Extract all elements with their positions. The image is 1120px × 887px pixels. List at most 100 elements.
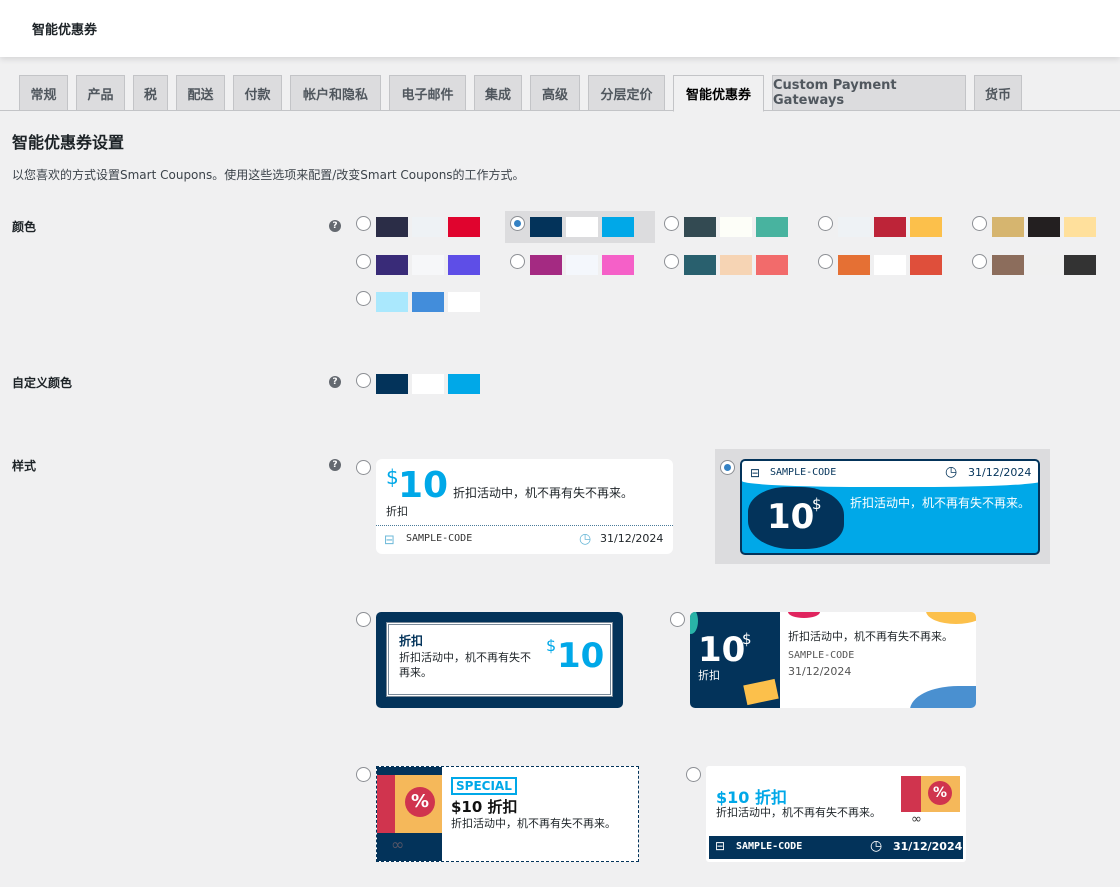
palette-radio[interactable]: [972, 254, 987, 269]
color-swatch[interactable]: [910, 217, 942, 237]
color-swatch[interactable]: [992, 255, 1024, 275]
tab-5[interactable]: 帐户和隐私: [290, 75, 381, 111]
color-swatch[interactable]: [376, 217, 408, 237]
coupon-style-5[interactable]: % ∞ SPECIAL $10 折扣 折扣活动中，机不再有失不再来。: [376, 766, 639, 862]
color-swatch[interactable]: [874, 255, 906, 275]
style-radio-1[interactable]: [356, 460, 371, 475]
decoration: [910, 686, 976, 708]
coupon-discount-label: 折扣: [386, 505, 408, 518]
color-swatch[interactable]: [412, 255, 444, 275]
tab-10[interactable]: 智能优惠券: [673, 75, 764, 112]
custom-color-swatch[interactable]: [412, 374, 444, 394]
help-icon[interactable]: ?: [329, 220, 341, 232]
coupon-message: 折扣活动中，机不再有失不再来。: [451, 817, 616, 830]
color-swatch[interactable]: [1064, 217, 1096, 237]
color-swatch[interactable]: [412, 292, 444, 312]
palette-radio[interactable]: [356, 254, 371, 269]
color-swatch[interactable]: [376, 292, 408, 312]
clock-icon: ◷: [945, 464, 958, 480]
color-swatch[interactable]: [566, 255, 598, 275]
coupon-style-3[interactable]: 折扣 折扣活动中，机不再有失不再来。 $ 10: [376, 612, 623, 708]
coupon-style-2[interactable]: ⊟ SAMPLE-CODE ◷ 31/12/2024 10 $ 折扣活动中，机不…: [740, 459, 1040, 555]
page-description: 以您喜欢的方式设置Smart Coupons。使用这些选项来配置/改变Smart…: [12, 168, 525, 182]
color-swatch[interactable]: [530, 255, 562, 275]
tab-7[interactable]: 集成: [474, 75, 522, 111]
palette-radio[interactable]: [664, 254, 679, 269]
custom-color-radio[interactable]: [356, 373, 371, 388]
currency-symbol: $: [742, 630, 752, 648]
color-swatch[interactable]: [602, 217, 634, 237]
palette-radio[interactable]: [510, 216, 525, 231]
color-swatch[interactable]: [992, 217, 1024, 237]
palette-radio[interactable]: [972, 216, 987, 231]
decoration: [788, 612, 820, 618]
coupon-style-1[interactable]: $ 10 折扣 折扣活动中，机不再有失不再来。 ⊟ SAMPLE-CODE ◷ …: [376, 459, 673, 554]
color-swatch[interactable]: [566, 217, 598, 237]
tab-1[interactable]: 产品: [76, 75, 125, 111]
percent-icon: %: [928, 781, 952, 805]
tab-12[interactable]: 货币: [974, 75, 1022, 111]
palette-radio[interactable]: [510, 254, 525, 269]
ticket-icon: ⊟: [715, 839, 726, 853]
color-swatch[interactable]: [448, 255, 480, 275]
special-badge: SPECIAL: [451, 777, 517, 795]
style-radio-3[interactable]: [356, 612, 371, 627]
coupon-expiry: 31/12/2024: [788, 665, 852, 678]
coupon-amount: 10: [767, 497, 815, 537]
palette-radio[interactable]: [356, 291, 371, 306]
color-swatch[interactable]: [874, 217, 906, 237]
custom-color-label: 自定义颜色: [12, 376, 73, 390]
color-swatch[interactable]: [720, 255, 752, 275]
color-swatch[interactable]: [720, 217, 752, 237]
coupon-image-part: [377, 775, 395, 833]
custom-color-swatch[interactable]: [448, 374, 480, 394]
tab-8[interactable]: 高级: [530, 75, 580, 111]
style-label: 样式: [12, 459, 37, 473]
coupon-discount-label: 折扣: [399, 634, 424, 648]
coupon-style-6[interactable]: $10 折扣 折扣活动中，机不再有失不再来。 % ∞ ⊟ SAMPLE-CODE…: [706, 766, 966, 862]
color-swatch[interactable]: [684, 255, 716, 275]
color-swatch[interactable]: [448, 292, 480, 312]
palette-radio[interactable]: [818, 216, 833, 231]
color-swatch[interactable]: [838, 217, 870, 237]
color-swatch[interactable]: [684, 217, 716, 237]
palette-radio[interactable]: [818, 254, 833, 269]
tab-3[interactable]: 配送: [176, 75, 225, 111]
tab-6[interactable]: 电子邮件: [389, 75, 466, 111]
coupon-title: $10 折扣: [451, 798, 518, 816]
help-icon[interactable]: ?: [329, 376, 341, 388]
color-swatch[interactable]: [910, 255, 942, 275]
tab-0[interactable]: 常规: [19, 75, 68, 111]
coupon-expiry: 31/12/2024: [893, 840, 963, 853]
coupon-style-4[interactable]: 10 $ 折扣 折扣活动中，机不再有失不再来。 SAMPLE-CODE 31/1…: [690, 612, 976, 708]
color-swatch[interactable]: [1028, 255, 1060, 275]
help-icon[interactable]: ?: [329, 459, 341, 471]
color-swatch[interactable]: [602, 255, 634, 275]
currency-symbol: $: [812, 495, 822, 513]
tab-2[interactable]: 税: [133, 75, 168, 111]
coupon-amount: 10: [698, 630, 746, 670]
style-radio-2[interactable]: [720, 460, 735, 475]
color-swatch[interactable]: [756, 217, 788, 237]
color-swatch[interactable]: [530, 217, 562, 237]
style-radio-5[interactable]: [356, 767, 371, 782]
style-radio-6[interactable]: [686, 767, 701, 782]
tab-4[interactable]: 付款: [233, 75, 282, 111]
color-swatch[interactable]: [412, 217, 444, 237]
style-radio-4[interactable]: [670, 612, 685, 627]
palette-radio[interactable]: [664, 216, 679, 231]
color-swatch[interactable]: [838, 255, 870, 275]
color-swatch[interactable]: [448, 217, 480, 237]
color-swatch[interactable]: [1064, 255, 1096, 275]
coupon-message: 折扣活动中，机不再有失不再来。: [788, 630, 953, 643]
coupon-expiry: 31/12/2024: [600, 532, 664, 545]
tab-9[interactable]: 分层定价: [588, 75, 665, 111]
coupon-discount-label: 折扣: [698, 669, 720, 682]
color-swatch[interactable]: [1028, 217, 1060, 237]
color-swatch[interactable]: [756, 255, 788, 275]
color-swatch[interactable]: [376, 255, 408, 275]
tab-11[interactable]: Custom Payment Gateways: [772, 75, 966, 111]
custom-color-swatch[interactable]: [376, 374, 408, 394]
currency-symbol: $: [546, 636, 557, 655]
palette-radio[interactable]: [356, 216, 371, 231]
